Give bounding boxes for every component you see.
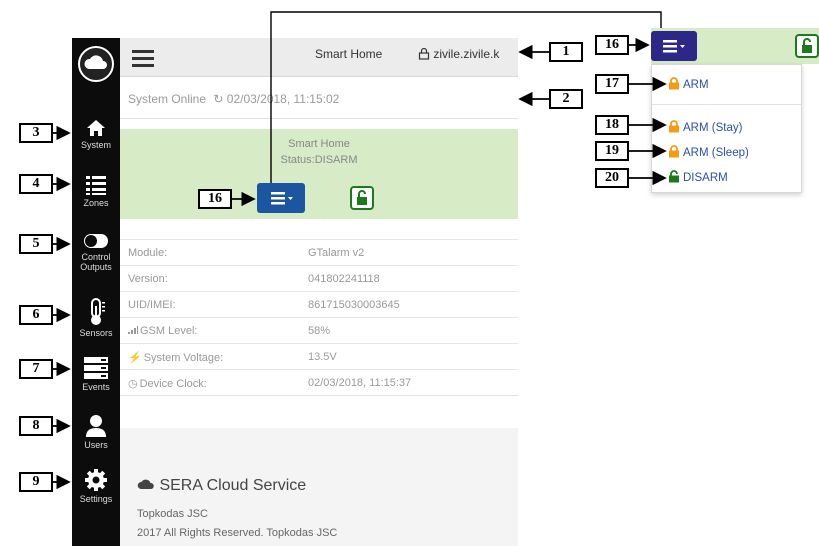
callout-16: 16 [198, 189, 232, 209]
callout-3: 3 [19, 123, 53, 143]
callout-6: 6 [19, 305, 53, 325]
callout-18: 18 [595, 115, 629, 135]
callout-5: 5 [19, 234, 53, 254]
callout-17: 17 [595, 74, 629, 94]
callout-2: 2 [549, 89, 583, 109]
callout-16-dropdown: 16 [595, 35, 629, 55]
callout-8: 8 [19, 416, 53, 436]
callout-4: 4 [19, 174, 53, 194]
annotation-overlay [53, 11, 667, 490]
callout-19: 19 [595, 141, 629, 161]
callout-7: 7 [19, 359, 53, 379]
callout-9: 9 [19, 472, 53, 492]
callout-20: 20 [595, 168, 629, 188]
callout-1: 1 [549, 42, 583, 62]
